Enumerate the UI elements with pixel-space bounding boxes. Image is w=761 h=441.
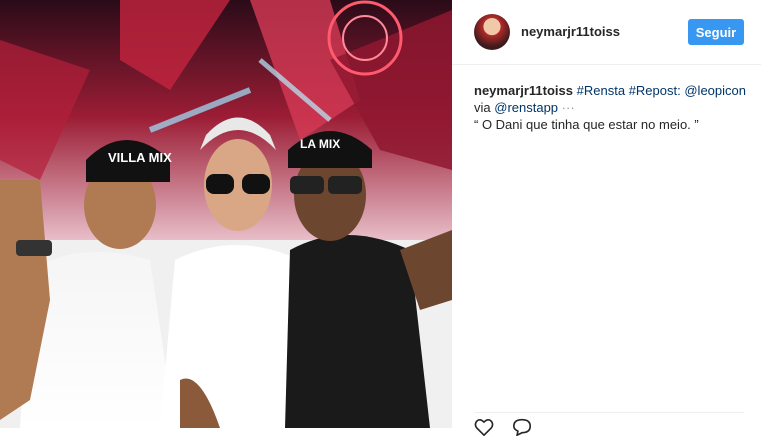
caption-quote: “ O Dani que tinha que estar no meio. ” — [474, 117, 699, 132]
post-side-panel: neymarjr11toiss Seguir neymarjr11toiss #… — [452, 0, 761, 437]
comment-icon[interactable] — [512, 418, 532, 441]
avatar[interactable] — [474, 14, 510, 50]
sunglasses-left — [290, 176, 324, 194]
caption-username[interactable]: neymarjr11toiss — [474, 83, 573, 98]
divider — [474, 412, 744, 413]
post-photo-scene: VILLA MIX LA MIX — [0, 0, 452, 428]
caption-ellipsis: ··· — [561, 100, 575, 115]
wristwatch — [16, 240, 52, 256]
mention-renstapp[interactable]: @renstapp — [494, 100, 558, 115]
cap-text: LA MIX — [300, 137, 340, 151]
hashtag-rensta[interactable]: #Rensta — [577, 83, 625, 98]
post-photo[interactable]: VILLA MIX LA MIX — [0, 0, 452, 428]
via-text: via — [474, 100, 491, 115]
post-caption: neymarjr11toiss #Rensta #Repost: @leopic… — [474, 82, 754, 133]
post-username[interactable]: neymarjr11toiss — [521, 24, 620, 39]
sunglasses-right — [328, 176, 362, 194]
follow-button[interactable]: Seguir — [688, 19, 744, 45]
mention-leopicon[interactable]: @leopicon — [684, 83, 746, 98]
hashtag-repost[interactable]: #Repost: — [629, 83, 681, 98]
sunglasses-left — [206, 174, 234, 194]
post-actions — [474, 418, 546, 441]
sunglasses-right — [242, 174, 270, 194]
post-header: neymarjr11toiss Seguir — [452, 0, 761, 65]
cap-text: VILLA MIX — [108, 150, 172, 165]
heart-icon[interactable] — [474, 418, 494, 441]
